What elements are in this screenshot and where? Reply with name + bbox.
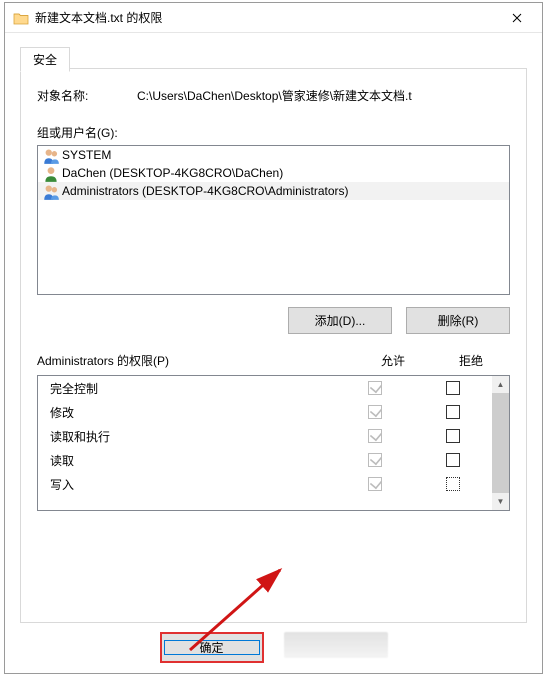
checkbox-allow[interactable]: [368, 429, 382, 443]
titlebar: 新建文本文档.txt 的权限: [5, 3, 542, 33]
checkbox-allow[interactable]: [368, 381, 382, 395]
deny-header: 拒绝: [432, 352, 510, 369]
scroll-down-button[interactable]: ▼: [492, 493, 509, 510]
permission-row: 完全控制: [38, 376, 492, 400]
window-title: 新建文本文档.txt 的权限: [35, 9, 494, 26]
list-item-label: SYSTEM: [62, 148, 111, 162]
checkbox-deny[interactable]: [446, 429, 460, 443]
permission-row: 读取: [38, 448, 492, 472]
permissions-listbox: 完全控制修改读取和执行读取写入 ▲ ▼: [37, 375, 510, 511]
permissions-dialog: 新建文本文档.txt 的权限 安全 对象名称: C:\Users\DaChen\…: [4, 2, 543, 674]
checkbox-allow[interactable]: [368, 453, 382, 467]
groups-listbox[interactable]: SYSTEM DaChen (DESKTOP-4KG8CRO\DaChen) Adm…: [37, 145, 510, 295]
object-name-label: 对象名称:: [37, 87, 137, 104]
permissions-header: Administrators 的权限(P): [37, 352, 354, 369]
group-icon: [42, 147, 60, 163]
permission-row: 写入: [38, 472, 492, 496]
permission-row: 读取和执行: [38, 424, 492, 448]
checkbox-allow[interactable]: [368, 477, 382, 491]
list-item[interactable]: SYSTEM: [38, 146, 509, 164]
user-icon: [42, 165, 60, 181]
scroll-thumb[interactable]: [492, 393, 509, 493]
remove-button[interactable]: 删除(R): [406, 307, 510, 334]
list-item-label: DaChen (DESKTOP-4KG8CRO\DaChen): [62, 166, 283, 180]
folder-icon: [13, 11, 29, 25]
scroll-up-button[interactable]: ▲: [492, 376, 509, 393]
list-item[interactable]: DaChen (DESKTOP-4KG8CRO\DaChen): [38, 164, 509, 182]
permission-name: 读取: [50, 452, 336, 469]
groups-label: 组或用户名(G):: [37, 124, 510, 141]
object-name-value: C:\Users\DaChen\Desktop\管家速修\新建文本文档.t: [137, 87, 510, 104]
dialog-footer: 确定: [5, 632, 542, 663]
checkbox-deny[interactable]: [446, 453, 460, 467]
checkbox-deny[interactable]: [446, 477, 460, 491]
checkbox-deny[interactable]: [446, 405, 460, 419]
close-icon: [512, 13, 522, 23]
tab-security[interactable]: 安全: [20, 47, 70, 72]
tab-panel: 安全 对象名称: C:\Users\DaChen\Desktop\管家速修\新建…: [20, 68, 527, 623]
permission-row: 修改: [38, 400, 492, 424]
scrollbar[interactable]: ▲ ▼: [492, 376, 509, 510]
checkbox-deny[interactable]: [446, 381, 460, 395]
allow-header: 允许: [354, 352, 432, 369]
list-item-label: Administrators (DESKTOP-4KG8CRO\Administ…: [62, 184, 349, 198]
group-icon: [42, 183, 60, 199]
cancel-button-shadow: [284, 632, 388, 658]
close-button[interactable]: [494, 3, 540, 33]
permission-name: 修改: [50, 404, 336, 421]
permission-name: 读取和执行: [50, 428, 336, 445]
checkbox-allow[interactable]: [368, 405, 382, 419]
add-button[interactable]: 添加(D)...: [288, 307, 392, 334]
permission-name: 写入: [50, 476, 336, 493]
list-item[interactable]: Administrators (DESKTOP-4KG8CRO\Administ…: [38, 182, 509, 200]
dialog-content: 安全 对象名称: C:\Users\DaChen\Desktop\管家速修\新建…: [5, 33, 542, 633]
permission-name: 完全控制: [50, 380, 336, 397]
ok-button[interactable]: 确定: [160, 632, 264, 663]
